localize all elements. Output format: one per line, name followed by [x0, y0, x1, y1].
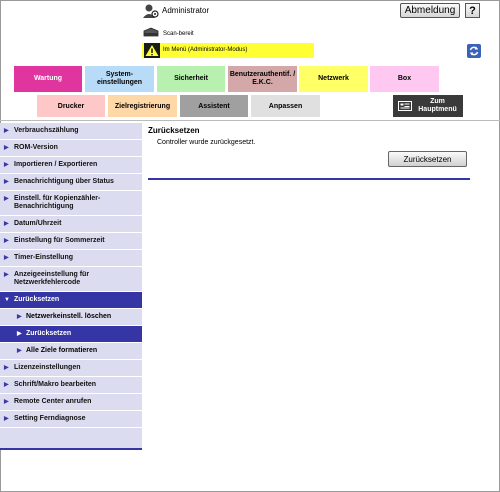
sidebar-item-ferndiagnose[interactable]: ▶ Setting Ferndiagnose: [0, 411, 142, 428]
tab-anpassen[interactable]: Anpassen: [251, 95, 320, 117]
sidebar: ▶ Verbrauchszählung ▶ ROM-Version ▶ Importi…: [0, 123, 142, 450]
tab-zielregistrierung[interactable]: Zielregistrierung: [108, 95, 177, 117]
scan-status: Scan-bereit: [163, 31, 194, 37]
mode-label: Im Menü (Administrator-Modus): [163, 47, 248, 53]
arrow-right-icon: ▶: [4, 238, 9, 244]
sidebar-item-kopienzaehler[interactable]: ▶ Einstell. für Kopienzähler- Benachricht…: [0, 191, 142, 216]
tab-label: Drucker: [57, 102, 85, 110]
sidebar-item-label: Einstell. für Kopienzähler- Benachrichti…: [14, 195, 101, 210]
sidebar-item-remote-center[interactable]: ▶ Remote Center anrufen: [0, 394, 142, 411]
sidebar-item-timer[interactable]: ▶ Timer-Einstellung: [0, 250, 142, 267]
page-title: Zurücksetzen: [148, 126, 200, 135]
arrow-right-icon: ▶: [4, 272, 9, 278]
reset-button[interactable]: Zurücksetzen: [388, 151, 467, 167]
tab-label: Assistent: [198, 102, 230, 110]
tab-assistent[interactable]: Assistent: [180, 95, 248, 117]
tab-label: Zielregistrierung: [114, 102, 171, 110]
tab-label: Anpassen: [268, 102, 303, 110]
sidebar-subitem-label: Alle Ziele formatieren: [26, 347, 98, 354]
sidebar-item-label: Importieren / Exportieren: [14, 161, 98, 168]
main-menu-label: Zum Hauptmenü: [418, 98, 457, 113]
sidebar-subitem-netzwerkeinstell-loeschen[interactable]: ▶ Netzwerkeinstell. löschen: [0, 309, 142, 326]
help-button[interactable]: ?: [465, 3, 480, 18]
arrow-right-icon: ▶: [4, 221, 9, 227]
administrator-icon: [143, 4, 159, 18]
sidebar-item-rom-version[interactable]: ▶ ROM-Version: [0, 140, 142, 157]
arrow-right-icon: ▶: [4, 162, 9, 168]
tab-systemeinstellungen[interactable]: System- einstellungen: [85, 66, 154, 92]
sidebar-subitem-alle-ziele-formatieren[interactable]: ▶ Alle Ziele formatieren: [0, 343, 142, 360]
sidebar-item-label: Benachrichtigung über Status: [14, 178, 114, 185]
logout-button[interactable]: Abmeldung: [400, 3, 460, 18]
tab-label: Netzwerk: [318, 75, 349, 82]
sidebar-item-datum-uhrzeit[interactable]: ▶ Datum/Uhrzeit: [0, 216, 142, 233]
arrow-right-icon: ▶: [17, 331, 22, 337]
main-menu-icon: [398, 101, 412, 111]
sidebar-item-label: Zurücksetzen: [14, 296, 60, 303]
warning-icon: [144, 43, 160, 58]
sidebar-item-label: Timer-Einstellung: [14, 254, 73, 261]
tab-label: Sicherheit: [174, 75, 208, 82]
sidebar-item-schrift-makro[interactable]: ▶ Schrift/Makro bearbeiten: [0, 377, 142, 394]
scanner-icon: [143, 27, 159, 37]
sidebar-item-label: ROM-Version: [14, 144, 58, 151]
arrow-right-icon: ▶: [4, 196, 9, 202]
sidebar-item-label: Datum/Uhrzeit: [14, 220, 62, 227]
main-menu-button[interactable]: Zum Hauptmenü: [393, 95, 463, 117]
sidebar-item-label: Lizenzeinstellungen: [14, 364, 81, 371]
arrow-right-icon: ▶: [4, 128, 9, 134]
content-divider: [148, 178, 470, 180]
tab-wartung[interactable]: Wartung: [14, 66, 82, 92]
arrow-right-icon: ▶: [4, 416, 9, 422]
sidebar-subitem-zuruecksetzen[interactable]: ▶ Zurücksetzen: [0, 326, 142, 343]
tab-label: Benutzerauthentif. / E.K.C.: [229, 71, 296, 86]
arrow-right-icon: ▶: [4, 255, 9, 261]
arrow-right-icon: ▶: [4, 399, 9, 405]
sidebar-item-importieren-exportieren[interactable]: ▶ Importieren / Exportieren: [0, 157, 142, 174]
tab-netzwerk[interactable]: Netzwerk: [299, 66, 368, 92]
sidebar-item-verbrauchszaehlung[interactable]: ▶ Verbrauchszählung: [0, 123, 142, 140]
tab-sicherheit[interactable]: Sicherheit: [157, 66, 225, 92]
arrow-right-icon: ▶: [4, 145, 9, 151]
sidebar-footer: [0, 428, 142, 450]
user-label: Administrator: [162, 6, 210, 15]
sidebar-item-label: Schrift/Makro bearbeiten: [14, 381, 97, 388]
sidebar-item-benachrichtigung-status[interactable]: ▶ Benachrichtigung über Status: [0, 174, 142, 191]
sidebar-item-label: Setting Ferndiagnose: [14, 415, 86, 422]
sidebar-item-label: Verbrauchszählung: [14, 127, 79, 134]
sidebar-item-label: Remote Center anrufen: [14, 398, 92, 405]
status-message: Controller wurde zurückgesetzt.: [157, 139, 256, 146]
arrow-down-icon: ▼: [4, 297, 10, 303]
tab-label: System- einstellungen: [96, 71, 143, 86]
arrow-right-icon: ▶: [4, 179, 9, 185]
arrow-right-icon: ▶: [4, 382, 9, 388]
sidebar-item-zuruecksetzen[interactable]: ▼ Zurücksetzen: [0, 292, 142, 309]
tab-box[interactable]: Box: [370, 66, 439, 92]
sidebar-subitem-label: Zurücksetzen: [26, 330, 72, 337]
sidebar-item-label: Anzeigeeinstellung für Netzwerkfehlercod…: [14, 271, 90, 286]
sidebar-item-lizenzeinstellungen[interactable]: ▶ Lizenzeinstellungen: [0, 360, 142, 377]
sidebar-item-label: Einstellung für Sommerzeit: [14, 237, 105, 244]
refresh-icon[interactable]: [467, 44, 481, 58]
tab-label: Wartung: [33, 75, 63, 82]
tab-drucker[interactable]: Drucker: [37, 95, 105, 117]
sidebar-subitem-label: Netzwerkeinstell. löschen: [26, 313, 112, 320]
arrow-right-icon: ▶: [17, 348, 22, 354]
arrow-right-icon: ▶: [17, 314, 22, 320]
tab-benutzerauthentifizierung[interactable]: Benutzerauthentif. / E.K.C.: [228, 66, 297, 92]
tab-separator: [0, 120, 500, 121]
sidebar-item-netzwerkfehlercode[interactable]: ▶ Anzeigeeinstellung für Netzwerkfehlerco…: [0, 267, 142, 292]
arrow-right-icon: ▶: [4, 365, 9, 371]
tab-label: Box: [397, 75, 412, 82]
sidebar-item-sommerzeit[interactable]: ▶ Einstellung für Sommerzeit: [0, 233, 142, 250]
